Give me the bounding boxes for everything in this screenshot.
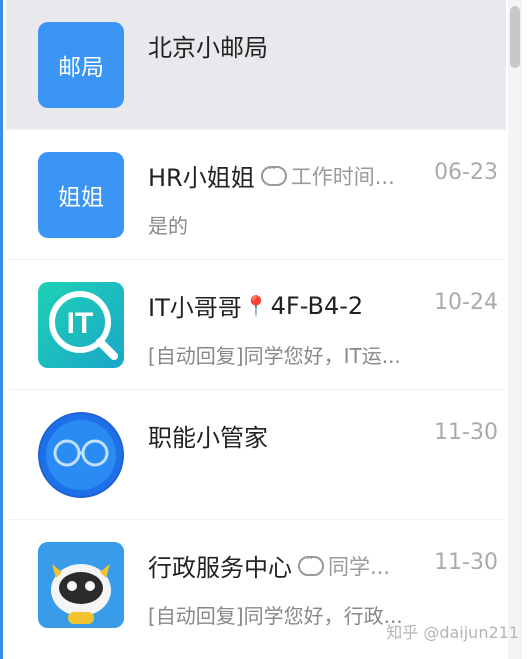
avatar: 邮局	[38, 22, 124, 108]
conversation-title-line: HR小姐姐 工作时间...	[148, 158, 416, 193]
conversation-name: 行政服务中心	[148, 554, 292, 582]
status-tag: 同学...	[328, 554, 391, 579]
avatar-label: 邮局	[58, 55, 104, 81]
location-pin-icon: 📍	[243, 293, 269, 318]
scrollbar-thumb[interactable]	[510, 6, 520, 68]
avatar-label: IT	[67, 307, 94, 340]
conversation-time: 11-30	[434, 420, 498, 445]
conversation-name: 北京小邮局	[148, 34, 268, 62]
it-magnifier-icon: IT	[49, 291, 118, 360]
conversation-item-hr[interactable]: 姐姐 HR小姐姐 工作时间... 06-23 是的	[6, 130, 506, 260]
avatar: IT	[38, 282, 124, 368]
conversation-time: 10-24	[434, 290, 498, 315]
watermark: 知乎 @daijun211	[386, 623, 519, 642]
avatar	[38, 542, 124, 628]
conversation-title-line: IT小哥哥 📍 4F-B4-2	[148, 288, 416, 323]
chat-bubble-icon	[260, 161, 287, 186]
conversation-item-assistant[interactable]: 职能小管家 11-30	[6, 390, 506, 520]
conversation-time: 06-23	[434, 160, 498, 185]
conversation-title-line: 北京小邮局	[148, 28, 506, 63]
chat-bubble-icon	[298, 551, 324, 576]
conversation-name: IT小哥哥	[148, 294, 242, 322]
conversation-time: 11-30	[434, 550, 498, 575]
avatar	[38, 412, 124, 498]
chat-list-panel: 邮局 北京小邮局 姐姐 HR小姐姐 工作时间... 06-23 是的	[0, 0, 531, 659]
avatar: 姐姐	[38, 152, 124, 238]
message-preview: 是的	[148, 214, 188, 238]
mascot-icon	[38, 542, 124, 628]
avatar-label: 姐姐	[58, 185, 104, 211]
conversation-name: HR小姐姐	[148, 164, 255, 192]
message-preview: [自动回复]同学您好，IT运...	[148, 344, 401, 368]
conversation-item-it[interactable]: IT IT小哥哥 📍 4F-B4-2 10-24 [自动回复]同学您好，IT运.…	[6, 260, 506, 390]
conversation-list: 邮局 北京小邮局 姐姐 HR小姐姐 工作时间... 06-23 是的	[6, 0, 506, 659]
status-tag: 工作时间...	[290, 164, 395, 189]
location-label: 4F-B4-2	[270, 291, 364, 320]
glasses-robot-icon	[40, 414, 122, 496]
scrollbar[interactable]	[508, 0, 522, 659]
conversation-name: 职能小管家	[148, 424, 268, 452]
conversation-item-post-office[interactable]: 邮局 北京小邮局	[6, 0, 506, 130]
conversation-title-line: 行政服务中心 同学...	[148, 548, 416, 583]
